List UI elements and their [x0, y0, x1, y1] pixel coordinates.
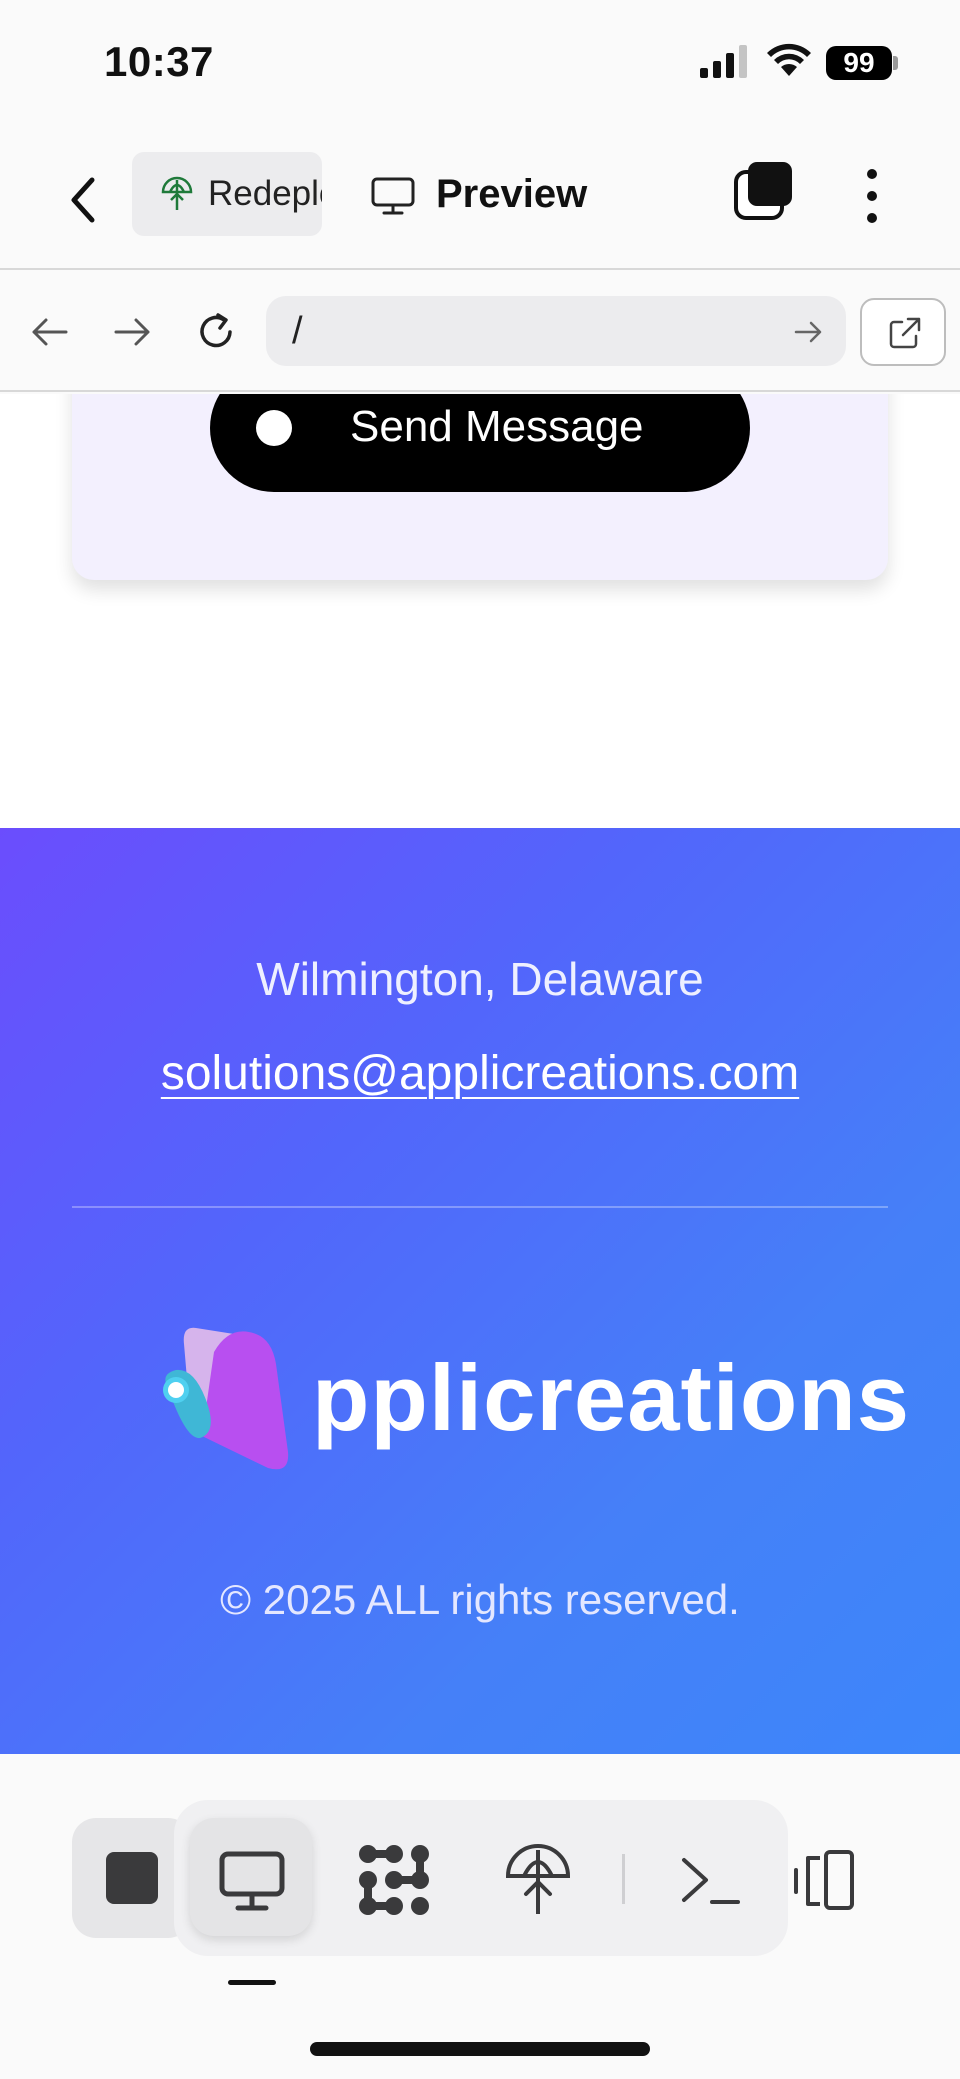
active-tab-indicator — [228, 1980, 276, 1985]
stop-icon — [106, 1852, 158, 1904]
arrow-right-icon[interactable] — [110, 310, 154, 354]
tab-redeploy[interactable]: Redeploy — [132, 152, 322, 236]
battery-indicator: 99 — [826, 46, 892, 80]
terminal-icon[interactable] — [672, 1842, 748, 1918]
wifi-icon — [767, 43, 811, 76]
url-input[interactable]: / — [266, 296, 846, 366]
logo-wordmark: pplicreations — [312, 1345, 911, 1450]
open-external-button[interactable] — [860, 298, 946, 366]
footer-location: Wilmington, Delaware — [256, 953, 704, 1005]
footer-divider — [72, 1206, 888, 1208]
footer-copyright: © 2025 ALL rights reserved. — [220, 1576, 740, 1623]
more-options-icon[interactable] — [852, 166, 892, 226]
monitor-icon — [219, 1851, 285, 1911]
reload-icon[interactable] — [194, 310, 238, 354]
apps-icon[interactable] — [356, 1842, 432, 1918]
button-dot-icon — [256, 410, 292, 446]
preview-content: Send Message Wilmington, Delaware soluti… — [0, 394, 960, 1754]
send-message-label: Send Message — [350, 402, 644, 451]
home-indicator — [310, 2042, 650, 2056]
status-bar: 10:37 99 — [0, 0, 960, 130]
deploy-icon[interactable] — [500, 1842, 576, 1918]
send-message-button[interactable]: Send Message — [210, 394, 750, 492]
site-footer: Wilmington, Delaware solutions@applicrea… — [0, 828, 960, 1754]
url-text: / — [292, 310, 303, 352]
deploy-icon — [161, 176, 193, 210]
responsive-icon[interactable] — [790, 1842, 866, 1918]
status-time: 10:37 — [104, 38, 214, 85]
battery-nub — [893, 56, 898, 70]
tab-preview[interactable]: Preview — [366, 152, 606, 236]
back-button[interactable] — [60, 170, 110, 230]
go-arrow-icon[interactable] — [792, 318, 824, 346]
monitor-icon — [371, 177, 415, 215]
footer-email-link[interactable]: solutions@applicreations.com — [0, 1046, 960, 1101]
app-header: Redeploy Preview — [0, 130, 960, 270]
signal-icon — [700, 45, 747, 78]
arrow-left-icon[interactable] — [28, 310, 72, 354]
tab-preview-label: Preview — [436, 172, 588, 216]
browser-toolbar: / — [0, 272, 960, 392]
toolbar-separator — [622, 1854, 625, 1904]
external-link-icon — [889, 317, 921, 349]
bottom-toolbar — [0, 1754, 960, 2079]
tabs-switcher-icon[interactable] — [732, 160, 796, 224]
tab-redeploy-label: Redeploy — [208, 174, 322, 213]
